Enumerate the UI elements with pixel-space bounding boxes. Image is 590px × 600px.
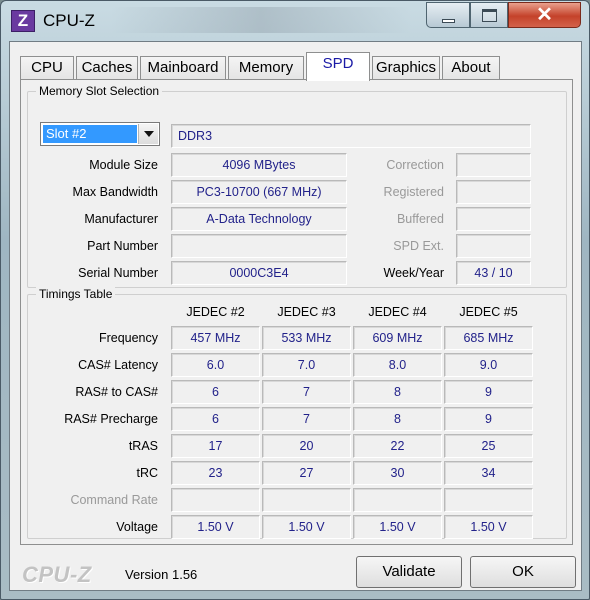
tab-memory[interactable]: Memory (228, 56, 304, 80)
timing-cell: 609 MHz (353, 326, 442, 350)
timing-cell: 25 (444, 434, 533, 458)
manufacturer-label: Manufacturer (84, 212, 158, 226)
maximize-icon (482, 9, 497, 22)
cas-latency-label: CAS# Latency (78, 358, 158, 372)
registered-field (456, 180, 531, 204)
maximize-button[interactable] (470, 2, 508, 28)
spd-ext-field (456, 234, 531, 258)
chevron-down-icon[interactable] (138, 124, 158, 144)
timing-cell: 7 (262, 380, 351, 404)
max-bandwidth-label: Max Bandwidth (72, 185, 158, 199)
timing-cell (444, 488, 533, 512)
trc-label: tRC (136, 466, 158, 480)
title-bar[interactable]: Z CPU-Z ✕ (1, 1, 589, 41)
module-size-field: 4096 MBytes (171, 153, 347, 177)
timing-cell (171, 488, 260, 512)
spd-panel: Memory Slot Selection Slot #2 DDR3 Modul… (20, 79, 573, 545)
timings-table-group-title: Timings Table (36, 287, 116, 301)
close-icon: ✕ (536, 4, 553, 26)
timing-cell: 685 MHz (444, 326, 533, 350)
timing-cell: 34 (444, 461, 533, 485)
tab-cpu[interactable]: CPU (20, 56, 74, 80)
timing-cell: 1.50 V (444, 515, 533, 539)
timing-cell: 27 (262, 461, 351, 485)
minimize-icon (442, 19, 455, 23)
part-number-field (171, 234, 347, 258)
timing-cell: 9 (444, 380, 533, 404)
timing-cell: 457 MHz (171, 326, 260, 350)
version-label: Version 1.56 (125, 567, 198, 582)
slot-select[interactable]: Slot #2 (40, 122, 160, 146)
timing-cell: 9 (444, 407, 533, 431)
serial-number-label: Serial Number (78, 266, 158, 280)
timing-cell (262, 488, 351, 512)
part-number-label: Part Number (87, 239, 158, 253)
cpuz-logo: CPU-Z (22, 562, 92, 587)
timing-cell: 1.50 V (353, 515, 442, 539)
timing-cell: 6 (171, 380, 260, 404)
tab-mainboard[interactable]: Mainboard (140, 56, 226, 80)
correction-label: Correction (386, 158, 444, 172)
memory-type-field: DDR3 (171, 124, 531, 148)
timing-cell: 7.0 (262, 353, 351, 377)
week-year-label: Week/Year (383, 266, 444, 280)
registered-label: Registered (383, 185, 444, 199)
timing-cell: 8 (353, 380, 442, 404)
column-header: JEDEC #5 (459, 305, 518, 319)
tab-graphics[interactable]: Graphics (372, 56, 440, 80)
module-size-label: Module Size (89, 158, 158, 172)
command-rate-label: Command Rate (70, 493, 158, 507)
column-header: JEDEC #4 (368, 305, 427, 319)
slot-select-value: Slot #2 (43, 125, 137, 143)
buffered-field (456, 207, 531, 231)
validate-button[interactable]: Validate (356, 556, 462, 588)
cpuz-app-icon: Z (11, 10, 35, 32)
timings-table-group: Timings Table JEDEC #2 JEDEC #3 JEDEC #4… (27, 287, 567, 539)
serial-number-field: 0000C3E4 (171, 261, 347, 285)
timing-cell: 6.0 (171, 353, 260, 377)
frequency-label: Frequency (98, 331, 158, 345)
title-bar-glass (111, 7, 411, 33)
tab-caches[interactable]: Caches (76, 56, 138, 80)
client-area: CPU Caches Mainboard Memory SPD Graphics… (9, 41, 582, 591)
memory-slot-group-title: Memory Slot Selection (36, 84, 163, 98)
timing-cell: 22 (353, 434, 442, 458)
memory-slot-group: Memory Slot Selection Slot #2 DDR3 Modul… (27, 84, 567, 288)
buffered-label: Buffered (396, 212, 444, 226)
voltage-label: Voltage (116, 520, 158, 534)
close-button[interactable]: ✕ (508, 2, 581, 28)
ok-button[interactable]: OK (470, 556, 576, 588)
ras-precharge-label: RAS# Precharge (64, 412, 158, 426)
timing-cell: 17 (171, 434, 260, 458)
timing-cell: 20 (262, 434, 351, 458)
timing-cell: 30 (353, 461, 442, 485)
timing-cell (353, 488, 442, 512)
spd-ext-label: SPD Ext. (393, 239, 444, 253)
tab-spd[interactable]: SPD (306, 52, 370, 81)
timing-cell: 533 MHz (262, 326, 351, 350)
correction-field (456, 153, 531, 177)
timing-cell: 1.50 V (262, 515, 351, 539)
window-title: CPU-Z (43, 11, 95, 30)
cpuz-window: Z CPU-Z ✕ CPU Caches Mainboard Memory SP… (0, 0, 590, 600)
timing-cell: 23 (171, 461, 260, 485)
timing-cell: 1.50 V (171, 515, 260, 539)
column-header: JEDEC #2 (186, 305, 245, 319)
ras-to-cas-label: RAS# to CAS# (75, 385, 158, 399)
week-year-field: 43 / 10 (456, 261, 531, 285)
tab-about[interactable]: About (442, 56, 500, 80)
timing-cell: 6 (171, 407, 260, 431)
minimize-button[interactable] (426, 2, 470, 28)
manufacturer-field: A-Data Technology (171, 207, 347, 231)
timing-cell: 8 (353, 407, 442, 431)
timing-cell: 8.0 (353, 353, 442, 377)
timing-cell: 7 (262, 407, 351, 431)
tras-label: tRAS (128, 439, 158, 453)
timing-cell: 9.0 (444, 353, 533, 377)
max-bandwidth-field: PC3-10700 (667 MHz) (171, 180, 347, 204)
column-header: JEDEC #3 (277, 305, 336, 319)
